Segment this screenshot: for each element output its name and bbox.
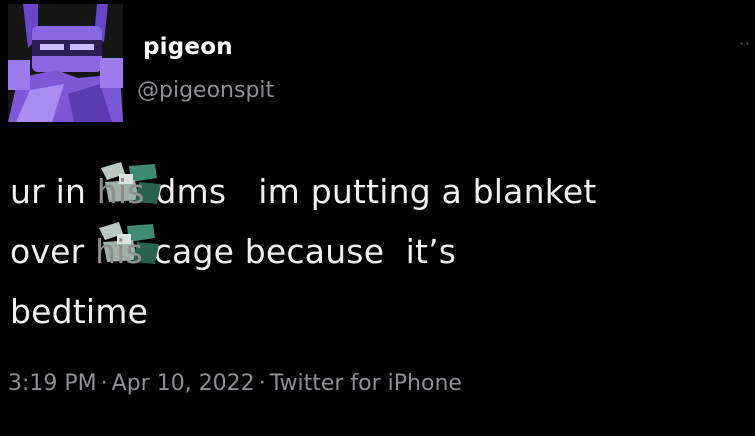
avatar[interactable]	[8, 4, 123, 122]
tweet-text-segment: ur in	[10, 172, 97, 211]
tweet-source[interactable]: Twitter for iPhone	[270, 371, 462, 396]
tweet-text-segment: cage because it’s	[142, 232, 457, 271]
sticker: his	[96, 162, 161, 222]
tweet-metadata: 3:19 PM · Apr 10, 2022 · Twitter for iPhone	[8, 371, 462, 396]
tweet-line: bedtime	[10, 292, 149, 331]
separator: ·	[100, 371, 108, 396]
tweet-text: ur in his dms im putting a blanket over …	[10, 162, 750, 342]
display-name[interactable]: pigeon	[143, 34, 233, 60]
more-dots-icon[interactable]: ··	[739, 36, 751, 52]
tweet-line: over his cage because it’s	[10, 222, 750, 282]
handle[interactable]: @pigeonspit	[137, 78, 274, 103]
sticker: his	[95, 222, 160, 282]
tweet-time[interactable]: 3:19 PM	[8, 371, 97, 396]
sticker-word: his	[95, 232, 143, 271]
tweet-line: ur in his dms im putting a blanket	[10, 162, 750, 222]
avatar-image	[8, 4, 123, 122]
separator: ·	[258, 371, 266, 396]
sticker-word: his	[96, 172, 145, 211]
tweet-date[interactable]: Apr 10, 2022	[112, 371, 255, 396]
tweet-text-segment: over	[10, 232, 96, 271]
tweet-text-segment: dms im putting a blanket	[144, 172, 597, 211]
